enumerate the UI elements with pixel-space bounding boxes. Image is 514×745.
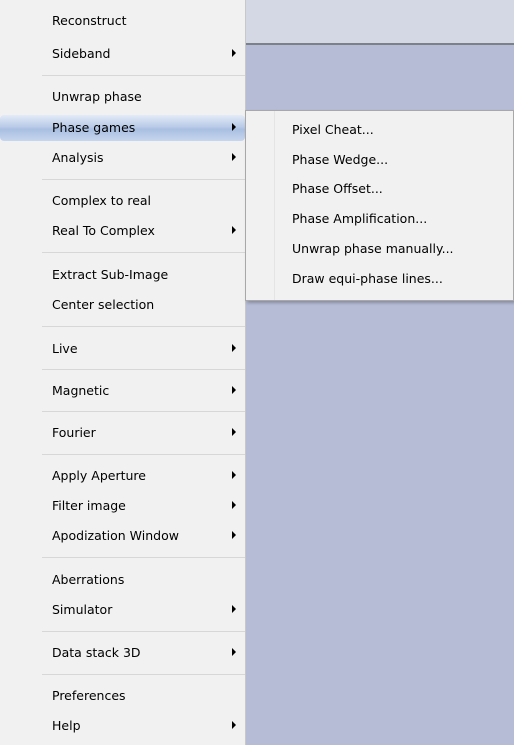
menu-item-filter-image[interactable]: Filter image: [0, 493, 245, 519]
menu-item-label: Center selection: [52, 297, 155, 312]
submenu-arrow-icon: [232, 721, 236, 729]
submenu-arrow-icon: [232, 386, 236, 394]
submenu-arrow-icon: [232, 428, 236, 436]
menu-item-label: Apply Aperture: [52, 468, 146, 483]
menu-item-label: Live: [52, 341, 78, 356]
menu-separator: [42, 369, 245, 370]
menu-item-label: Aberrations: [52, 572, 125, 587]
menu-separator: [42, 326, 245, 327]
submenu-arrow-icon: [232, 501, 236, 509]
submenu-arrow-icon: [232, 344, 236, 352]
submenu-item-phase-amplification[interactable]: Phase Amplification...: [247, 206, 511, 232]
menu-item-label: Unwrap phase: [52, 89, 142, 104]
menu-item-magnetic[interactable]: Magnetic: [0, 378, 245, 404]
menu-separator: [42, 179, 245, 180]
menu-item-label: Data stack 3D: [52, 645, 141, 660]
menu-item-live[interactable]: Live: [0, 336, 245, 362]
submenu-item-label: Phase Offset...: [292, 181, 383, 196]
submenu-arrow-icon: [232, 226, 236, 234]
menu-item-simulator[interactable]: Simulator: [0, 597, 245, 623]
menu-item-label: Analysis: [52, 150, 104, 165]
menu-separator: [42, 631, 245, 632]
menu-item-label: Filter image: [52, 498, 126, 513]
menu-item-analysis[interactable]: Analysis: [0, 145, 245, 171]
submenu-item-phase-offset[interactable]: Phase Offset...: [247, 176, 511, 202]
menu-item-complex-to-real[interactable]: Complex to real: [0, 188, 245, 214]
menu-item-center-selection[interactable]: Center selection: [0, 292, 245, 318]
menu-item-label: Phase games: [52, 120, 136, 135]
menu-separator: [42, 557, 245, 558]
window-toolbar-area: [245, 0, 514, 43]
submenu-item-label: Unwrap phase manually...: [292, 241, 454, 256]
menu-separator: [42, 252, 245, 253]
menu-separator: [42, 75, 245, 76]
menu-item-label: Real To Complex: [52, 223, 155, 238]
menu-item-label: Extract Sub-Image: [52, 267, 169, 282]
submenu-arrow-icon: [232, 153, 236, 161]
menu-item-aberrations[interactable]: Aberrations: [0, 567, 245, 593]
menu-item-label: Complex to real: [52, 193, 152, 208]
menu-item-label: Magnetic: [52, 383, 110, 398]
menu-item-fourier[interactable]: Fourier: [0, 420, 245, 446]
menu-item-unwrap-phase[interactable]: Unwrap phase: [0, 84, 245, 110]
menu-item-real-to-complex[interactable]: Real To Complex: [0, 218, 245, 244]
submenu-arrow-icon: [232, 49, 236, 57]
menu-item-label: Help: [52, 718, 81, 733]
submenu-item-label: Phase Wedge...: [292, 152, 389, 167]
submenu-arrow-icon: [232, 605, 236, 613]
toolbar-divider: [245, 43, 514, 45]
menu-separator: [42, 454, 245, 455]
menu-item-apply-aperture[interactable]: Apply Aperture: [0, 463, 245, 489]
menu-separator: [42, 674, 245, 675]
submenu-item-label: Pixel Cheat...: [292, 122, 374, 137]
submenu-arrow-icon: [232, 123, 236, 131]
menu-item-phase-games[interactable]: Phase games: [0, 115, 245, 141]
menu-item-help[interactable]: Help: [0, 713, 245, 739]
menu-icon-gutter: [0, 0, 38, 745]
menu-item-apodization-window[interactable]: Apodization Window: [0, 523, 245, 549]
menu-item-label: Fourier: [52, 425, 96, 440]
menu-item-label: Apodization Window: [52, 528, 179, 543]
menu-item-label: Preferences: [52, 688, 126, 703]
menu-separator: [42, 411, 245, 412]
submenu-arrow-icon: [232, 531, 236, 539]
submenu-item-label: Phase Amplification...: [292, 211, 428, 226]
submenu-item-phase-wedge[interactable]: Phase Wedge...: [247, 147, 511, 173]
phase-games-submenu: Pixel Cheat... Phase Wedge... Phase Offs…: [245, 110, 514, 301]
menu-item-extract-sub-image[interactable]: Extract Sub-Image: [0, 262, 245, 288]
submenu-item-label: Draw equi-phase lines...: [292, 271, 443, 286]
menu-item-reconstruct[interactable]: Reconstruct: [0, 8, 245, 34]
submenu-item-pixel-cheat[interactable]: Pixel Cheat...: [247, 117, 511, 143]
menu-item-preferences[interactable]: Preferences: [0, 683, 245, 709]
submenu-item-draw-equi-phase-lines[interactable]: Draw equi-phase lines...: [247, 266, 511, 292]
submenu-arrow-icon: [232, 648, 236, 656]
menu-item-sideband[interactable]: Sideband: [0, 41, 245, 67]
menu-item-label: Sideband: [52, 46, 111, 61]
submenu-arrow-icon: [232, 471, 236, 479]
context-menu: Reconstruct Sideband Unwrap phase Phase …: [0, 0, 246, 745]
menu-item-data-stack-3d[interactable]: Data stack 3D: [0, 640, 245, 666]
menu-item-label: Simulator: [52, 602, 113, 617]
submenu-item-unwrap-phase-manually[interactable]: Unwrap phase manually...: [247, 236, 511, 262]
menu-item-label: Reconstruct: [52, 13, 127, 28]
